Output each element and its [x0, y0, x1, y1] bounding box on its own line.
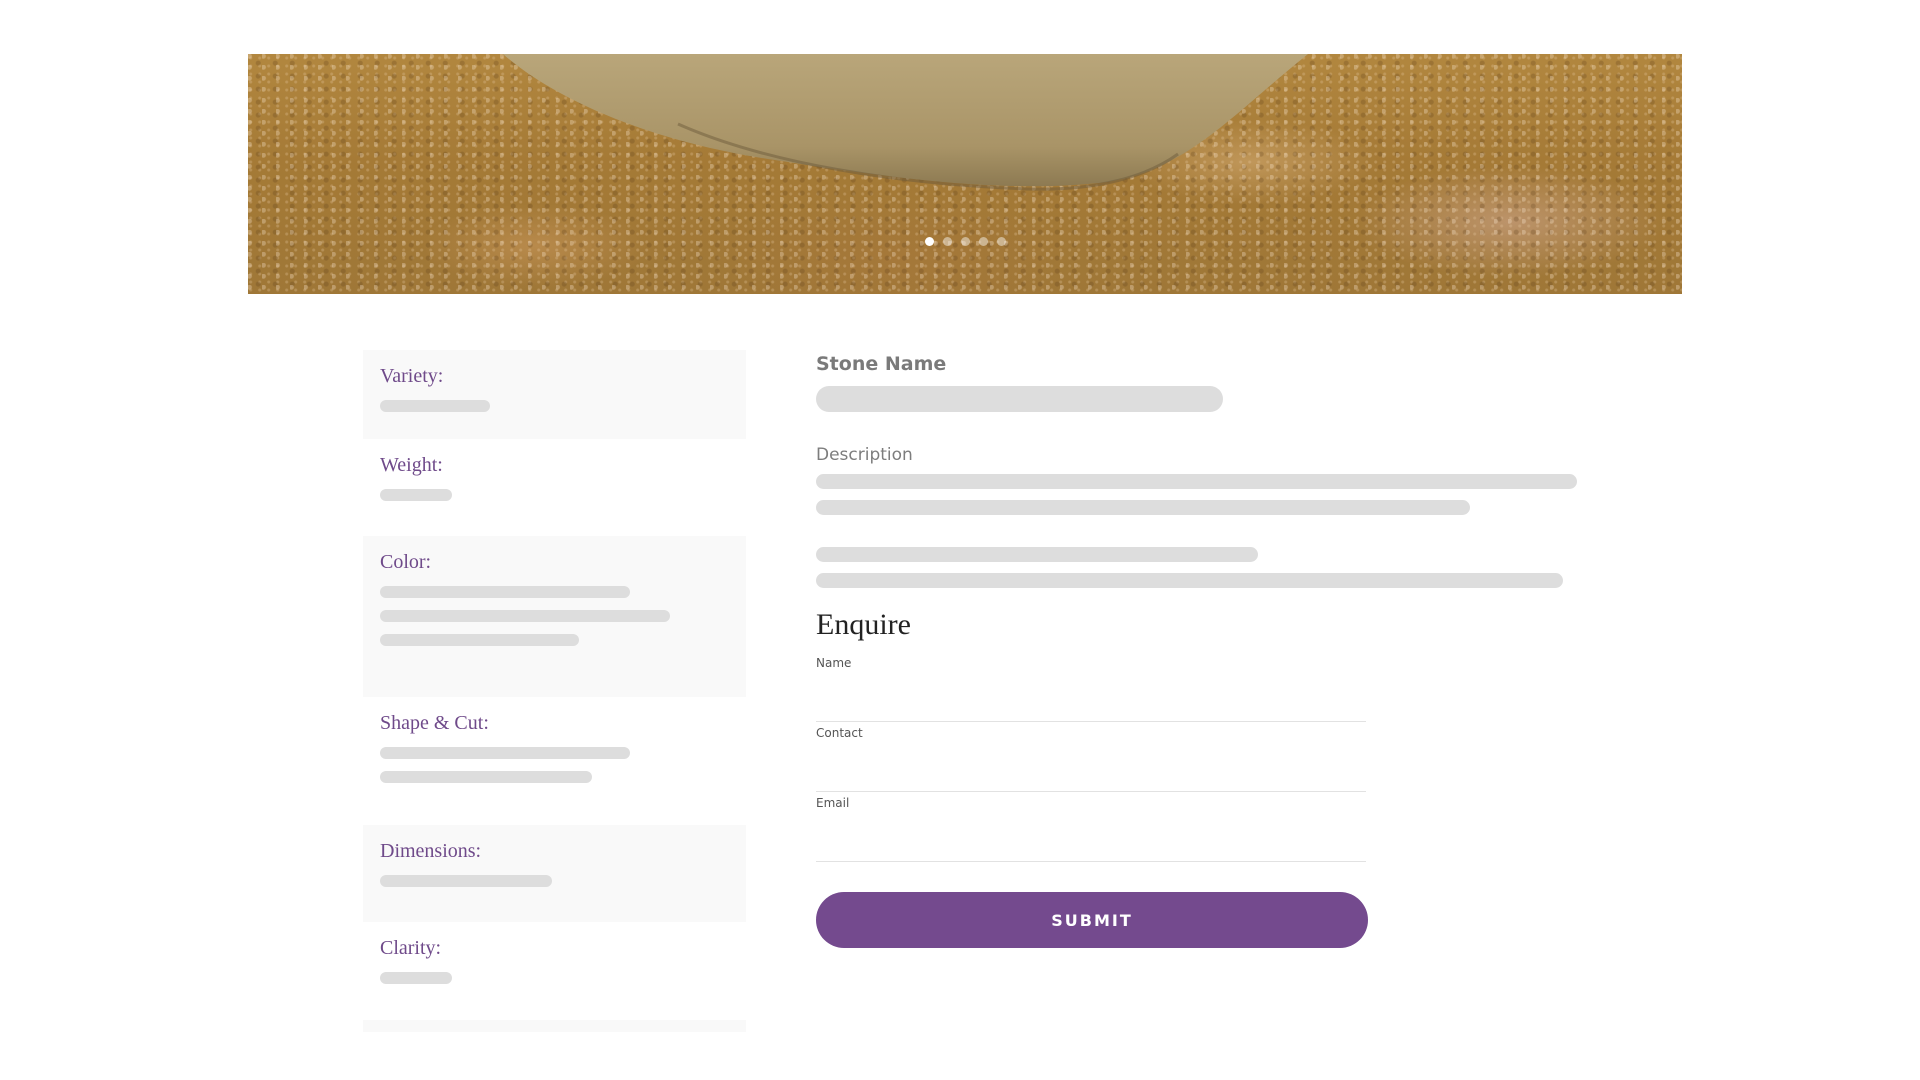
value-placeholder-bar [380, 771, 592, 783]
spec-label-variety: Variety: [380, 365, 444, 387]
hero-slider [248, 54, 1682, 294]
value-placeholder-bar [380, 586, 630, 598]
description-heading: Description [816, 445, 913, 465]
slider-dot-1[interactable] [924, 237, 934, 246]
description-placeholder-bar [816, 573, 1563, 588]
description-placeholder-bar [816, 474, 1577, 489]
hero-stone-image [503, 54, 1308, 191]
slider-dot-5[interactable] [996, 237, 1006, 246]
slider-dot-4[interactable] [978, 237, 988, 246]
stone-name-heading: Stone Name [816, 353, 947, 375]
value-placeholder-bar [380, 747, 630, 759]
value-placeholder-bar [380, 972, 452, 984]
description-placeholder-bar [816, 547, 1258, 562]
name-field: Name [816, 652, 1366, 722]
spec-clarity: Clarity: [363, 922, 746, 1020]
email-input[interactable] [816, 816, 1366, 859]
spec-label-color: Color: [380, 551, 432, 573]
contact-input[interactable] [816, 746, 1366, 789]
slider-dot-3[interactable] [960, 237, 970, 246]
description-placeholder-bar [816, 500, 1470, 515]
spec-label-dimensions: Dimensions: [380, 840, 482, 862]
spec-color: Color: [363, 536, 746, 697]
name-input[interactable] [816, 676, 1366, 719]
contact-field: Contact [816, 722, 1366, 792]
value-placeholder-bar [380, 875, 552, 887]
spec-label-clarity: Clarity: [380, 937, 442, 959]
value-placeholder-bar [380, 489, 452, 501]
contact-field-label: Contact [816, 726, 863, 740]
value-placeholder-bar [380, 400, 490, 412]
spec-dimensions: Dimensions: [363, 825, 746, 922]
name-field-label: Name [816, 656, 852, 670]
spec-label-shape-cut: Shape & Cut: [380, 712, 489, 734]
stone-name-placeholder-bar [816, 386, 1223, 412]
value-placeholder-bar [380, 610, 670, 622]
spec-weight: Weight: [363, 439, 746, 536]
slider-dots [248, 237, 1682, 246]
email-field-label: Email [816, 796, 850, 810]
enquire-form: Name Contact Email SUBMIT [816, 652, 1368, 948]
spec-label-weight: Weight: [380, 454, 443, 476]
specifications-panel: Variety: Weight: Color: Shape & Cut: Dim… [363, 350, 746, 1032]
slider-dot-2[interactable] [942, 237, 952, 246]
spec-shape-cut: Shape & Cut: [363, 697, 746, 825]
product-details: Stone Name Description Enquire Name Cont… [816, 350, 1577, 948]
email-field: Email [816, 792, 1366, 862]
enquire-heading: Enquire [816, 608, 911, 641]
submit-button[interactable]: SUBMIT [816, 892, 1368, 948]
spec-panel-continuation [363, 1020, 746, 1032]
spec-variety: Variety: [363, 350, 746, 439]
value-placeholder-bar [380, 634, 579, 646]
